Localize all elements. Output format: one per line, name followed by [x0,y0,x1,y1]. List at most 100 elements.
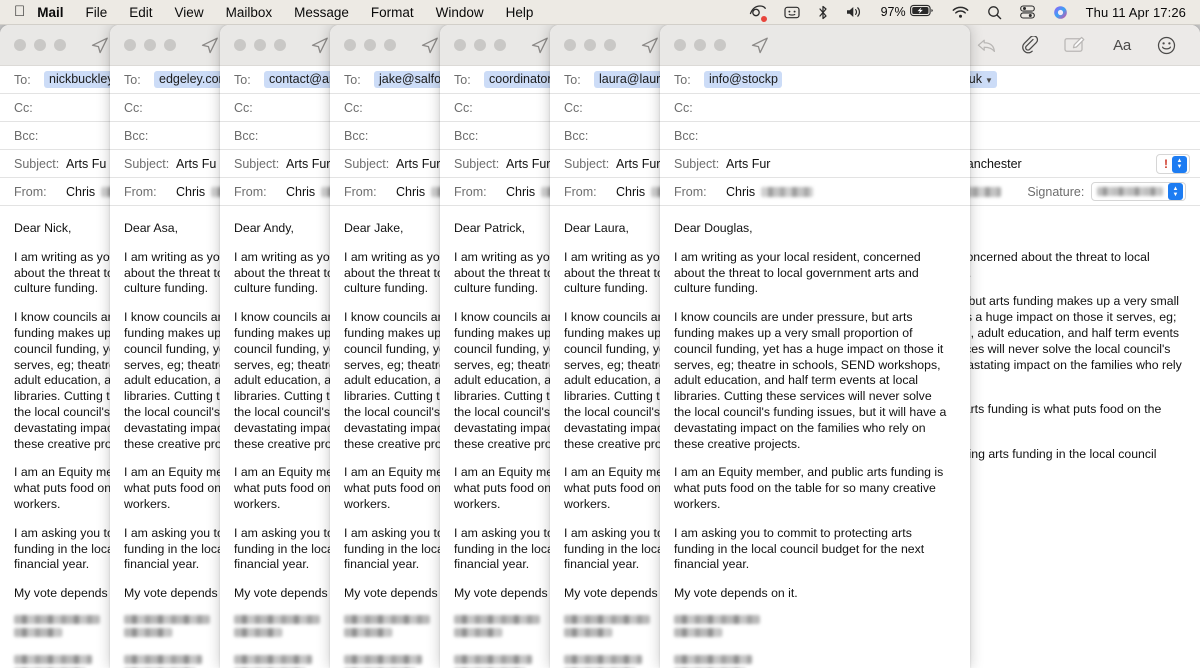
recipient-token[interactable]: edgeley.cor [154,71,227,88]
to-field-row[interactable]: To: info@stockp [660,66,970,94]
send-paper-plane-icon[interactable] [745,31,775,59]
cc-field-row[interactable]: Cc: [660,94,970,122]
minimize-window-button[interactable] [144,39,156,51]
siri-icon[interactable] [1044,5,1077,20]
menu-item-window[interactable]: Window [425,5,495,20]
from-name: Chris [176,184,206,199]
from-label: From: [344,184,377,199]
signature-line-redacted [344,654,422,664]
signature-line-redacted [564,614,650,624]
spotlight-search-icon[interactable] [978,5,1011,20]
window-traffic-lights [0,39,66,51]
menu-item-mail[interactable]: Mail [37,5,74,20]
control-center-icon[interactable] [1011,5,1044,19]
bluetooth-icon[interactable] [809,5,837,20]
signature-line-redacted [454,627,502,637]
compose-window-background-7[interactable]: To: info@stockp Cc: Bcc: Subject: Arts Fur Fro… [660,25,970,668]
recipient-token[interactable]: info@stockp [704,71,782,88]
priority-control[interactable]: ! ▲ ▼ [1156,154,1190,174]
menubar-clock[interactable]: Thu 11 Apr 17:26 [1077,5,1200,20]
reply-arrow-icon[interactable] [971,31,1001,59]
bcc-label: Bcc: [124,128,149,143]
macos-menu-bar:  Mail File Edit View Mailbox Message Fo… [0,0,1200,25]
volume-icon[interactable] [837,5,872,19]
recipient-token[interactable]: contact@an [264,71,340,88]
close-window-button[interactable] [674,39,686,51]
battery-status[interactable]: 97% [872,4,943,20]
display-face-icon[interactable] [775,6,809,19]
subject-label: Subject: [564,156,610,171]
subject-value: Arts Fur [506,156,551,171]
cc-label: Cc: [674,100,693,115]
close-window-button[interactable] [344,39,356,51]
to-label: To: [564,72,581,87]
cc-label: Cc: [14,100,33,115]
close-window-button[interactable] [14,39,26,51]
body-paragraph-2: I know councils are under pressure, but … [674,310,947,451]
window-traffic-lights [330,39,396,51]
minimize-window-button[interactable] [694,39,706,51]
from-label: From: [454,184,487,199]
more-toolbar-options-button[interactable]: » [1195,31,1200,59]
minimize-window-button[interactable] [584,39,596,51]
signature-line-redacted [344,614,430,624]
recipient-token[interactable]: nickbuckley [44,71,118,88]
wifi-icon[interactable] [943,6,978,19]
maximize-window-button[interactable] [384,39,396,51]
from-field-row[interactable]: From: Chris [660,178,970,206]
signature-line-redacted [14,614,100,624]
maximize-window-button[interactable] [164,39,176,51]
maximize-window-button[interactable] [274,39,286,51]
apple-logo-icon[interactable]:  [0,4,37,19]
minimize-window-button[interactable] [364,39,376,51]
menu-item-help[interactable]: Help [495,5,545,20]
bcc-label: Bcc: [674,128,699,143]
recipient-token[interactable]: coordinator [484,71,556,88]
signature-line-redacted [564,627,612,637]
menu-item-mailbox[interactable]: Mailbox [215,5,284,20]
signature-select[interactable]: ▲ ▼ [1091,182,1186,201]
bcc-label: Bcc: [234,128,259,143]
minimize-window-button[interactable] [474,39,486,51]
signature-line-redacted [124,654,202,664]
cc-label: Cc: [344,100,363,115]
menu-item-view[interactable]: View [164,5,215,20]
emoji-smiley-icon[interactable] [1151,31,1181,59]
compose-toolbar [660,25,970,66]
format-text-button[interactable]: Aa [1105,31,1139,59]
minimize-window-button[interactable] [254,39,266,51]
close-window-button[interactable] [234,39,246,51]
from-label: From: [564,184,597,199]
maximize-window-button[interactable] [714,39,726,51]
menu-item-edit[interactable]: Edit [118,5,163,20]
paperclip-attachment-icon[interactable] [1015,31,1045,59]
maximize-window-button[interactable] [54,39,66,51]
priority-stepper[interactable]: ▲ ▼ [1172,155,1187,173]
screen-record-icon[interactable] [740,4,775,22]
menu-item-message[interactable]: Message [283,5,360,20]
minimize-window-button[interactable] [34,39,46,51]
close-window-button[interactable] [454,39,466,51]
close-window-button[interactable] [124,39,136,51]
close-window-button[interactable] [564,39,576,51]
signature-stepper[interactable]: ▲ ▼ [1168,183,1183,200]
message-body[interactable]: Dear Douglas, I am writing as your local … [660,206,970,668]
maximize-window-button[interactable] [494,39,506,51]
signature-line-redacted [14,654,92,664]
maximize-window-button[interactable] [604,39,616,51]
subject-label: Subject: [14,156,60,171]
signature-line-redacted [234,627,282,637]
to-label: To: [234,72,251,87]
markup-pen-icon[interactable] [1059,31,1089,59]
menubar-status-area: 97% Thu 11 Apr 17:26 [740,4,1200,22]
window-traffic-lights [550,39,616,51]
bcc-field-row[interactable]: Bcc: [660,122,970,150]
signature-line-redacted [14,627,62,637]
subject-field-row[interactable]: Subject: Arts Fur [660,150,970,178]
subject-value: Arts Fu [176,156,217,171]
cc-label: Cc: [234,100,253,115]
menu-item-format[interactable]: Format [360,5,425,20]
from-label: From: [124,184,157,199]
menu-item-file[interactable]: File [75,5,119,20]
recipient-chevron-down-icon[interactable]: ▼ [985,76,993,85]
